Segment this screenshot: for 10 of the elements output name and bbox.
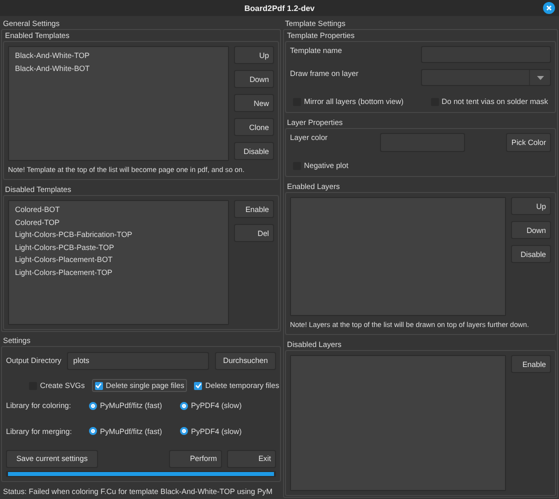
radio-button[interactable] xyxy=(89,427,97,436)
radio-button[interactable] xyxy=(180,427,188,436)
dropdown[interactable] xyxy=(421,69,551,86)
caret-icon xyxy=(536,76,544,80)
radio-button[interactable] xyxy=(180,402,188,410)
close-icon[interactable] xyxy=(543,2,555,14)
radio-button[interactable] xyxy=(89,402,97,410)
checkbox[interactable] xyxy=(194,382,202,390)
window-title: Board2Pdf 1.2-dev xyxy=(244,4,315,12)
checkbox[interactable] xyxy=(94,382,103,390)
